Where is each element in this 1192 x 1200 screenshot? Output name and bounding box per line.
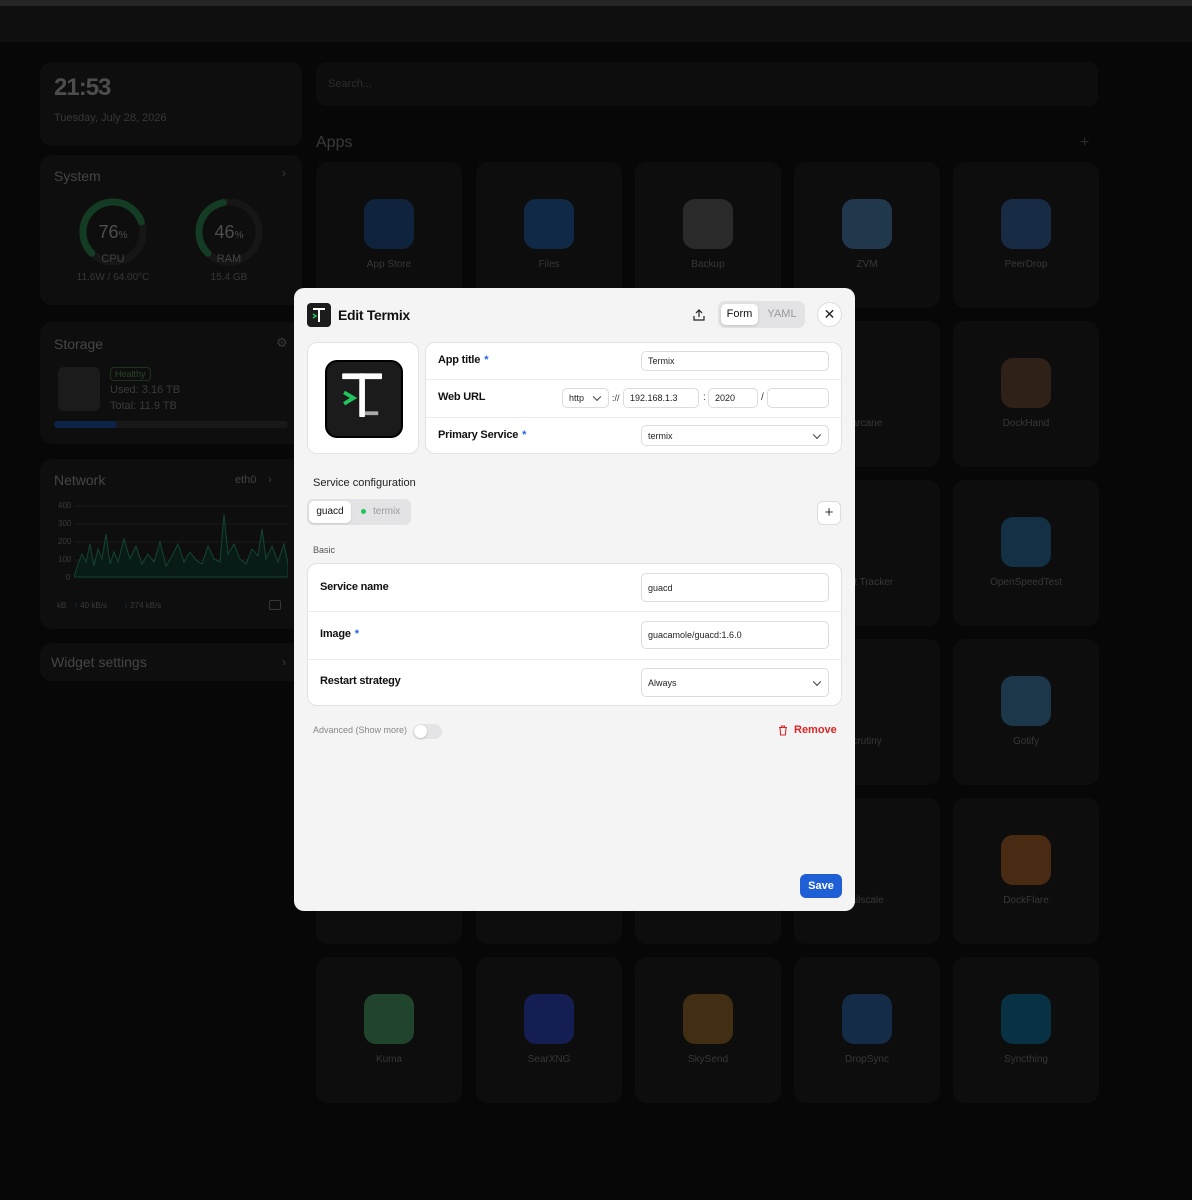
app-fields-card: App title * Termix Web URL http :// 192.1… (425, 342, 842, 454)
restart-strategy-select[interactable]: Always (641, 668, 829, 697)
upload-icon[interactable] (692, 308, 706, 322)
edit-app-dialog: Edit Termix Form YAML ✕ App title * Termi… (294, 288, 855, 911)
row-divider (426, 379, 841, 380)
chevron-down-icon (592, 392, 602, 402)
service-tabs: guacd termix (307, 499, 411, 525)
path-separator: / (761, 392, 764, 403)
tab-service-termix[interactable]: termix (359, 501, 409, 523)
service-basic-card: Service name guacd Image * guacamole/guac… (307, 563, 842, 706)
url-scheme-select[interactable]: http (562, 388, 609, 408)
trash-icon (779, 724, 787, 736)
save-button[interactable]: Save (800, 874, 842, 898)
tab-service-guacd[interactable]: guacd (309, 501, 351, 523)
image-input[interactable]: guacamole/guacd:1.6.0 (641, 621, 829, 649)
toggle-knob (414, 725, 427, 738)
termix-logo-icon (307, 303, 331, 327)
service-config-title: Service configuration (313, 477, 416, 489)
remove-service-button[interactable]: Remove (778, 724, 837, 736)
status-dot (361, 508, 366, 514)
advanced-label: Advanced (Show more) (313, 725, 408, 735)
mode-toggle: Form YAML (718, 301, 805, 328)
close-button[interactable]: ✕ (817, 302, 842, 327)
service-name-input[interactable]: guacd (641, 573, 829, 602)
url-port-input[interactable]: 2020 (708, 388, 758, 408)
termix-icon (325, 360, 403, 438)
web-url-label: Web URL (438, 391, 486, 403)
url-path-input[interactable] (767, 388, 829, 408)
chevron-down-icon (812, 430, 822, 439)
tab-form[interactable]: Form (721, 304, 758, 325)
advanced-toggle[interactable] (413, 724, 442, 739)
primary-service-label: Primary Service * (438, 429, 527, 441)
row-divider (308, 659, 841, 660)
service-name-label: Service name (320, 581, 389, 593)
app-title-label: App title * (438, 354, 489, 366)
chevron-down-icon (812, 677, 822, 686)
url-host-input[interactable]: 192.168.1.3 (623, 388, 699, 408)
primary-service-select[interactable]: termix (641, 425, 829, 446)
add-service-button[interactable]: + (817, 501, 841, 525)
app-title-input[interactable]: Termix (641, 351, 829, 371)
image-label: Image * (320, 628, 359, 640)
scheme-separator: :// (612, 393, 620, 403)
basic-section-label: Basic (313, 545, 336, 555)
port-separator: : (703, 392, 706, 403)
app-icon-picker[interactable] (307, 342, 419, 454)
row-divider (308, 611, 841, 612)
tab-yaml[interactable]: YAML (762, 304, 802, 325)
restart-strategy-label: Restart strategy (320, 675, 401, 687)
row-divider (426, 417, 841, 418)
dialog-title: Edit Termix (338, 307, 410, 323)
